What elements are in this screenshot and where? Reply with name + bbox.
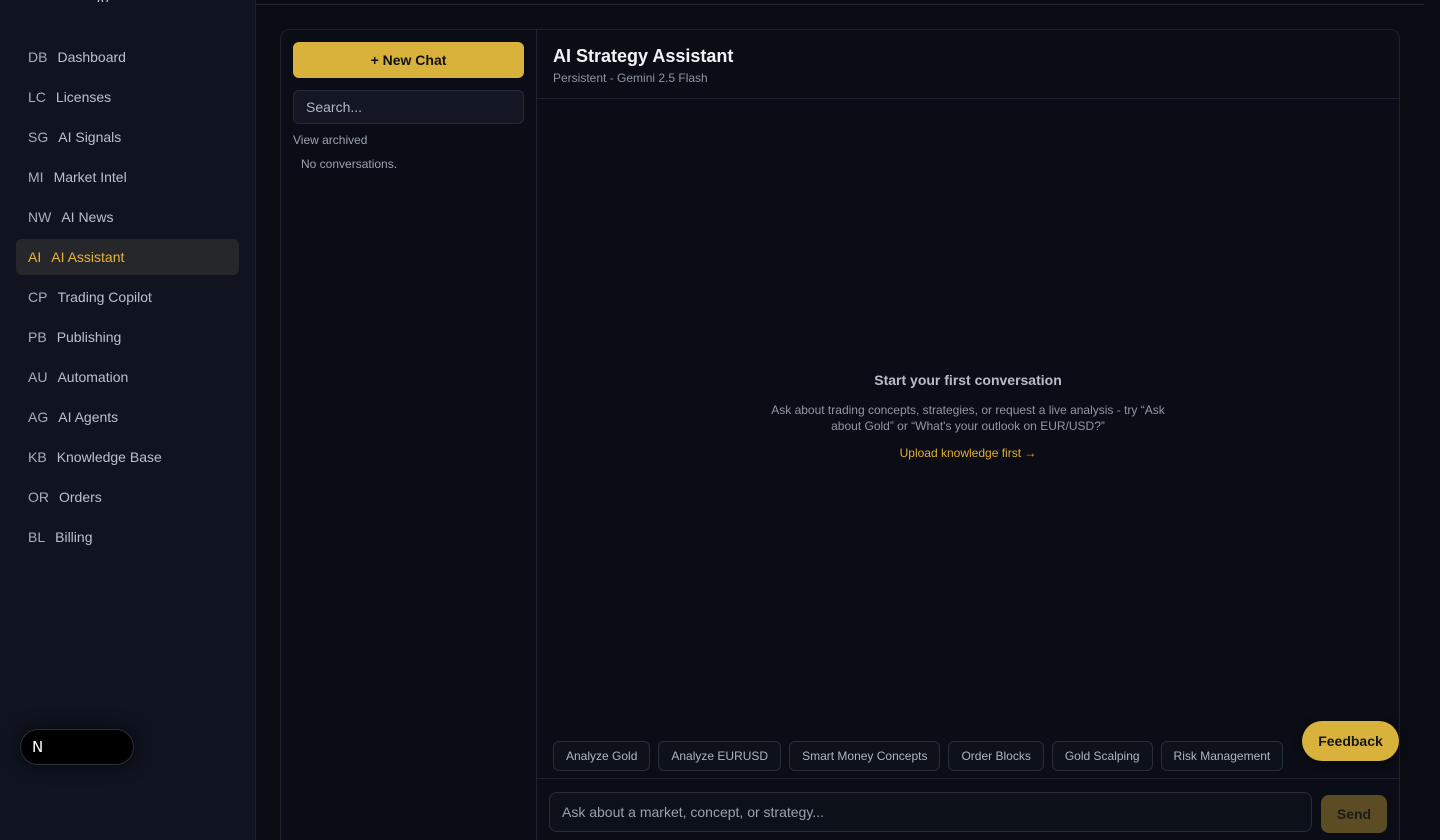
sidebar: ∧∧ DB Dashboard LC Licenses SG AI Signal… <box>0 0 256 840</box>
chip-gold-scalping[interactable]: Gold Scalping <box>1051 741 1153 771</box>
sidebar-nav: DB Dashboard LC Licenses SG AI Signals M… <box>16 39 239 559</box>
sidebar-item-abbr: OR <box>28 489 49 505</box>
composer: Send <box>537 778 1399 840</box>
assistant-panel: + New Chat View archived No conversation… <box>280 29 1400 840</box>
sidebar-item-label: Licenses <box>55 89 112 105</box>
sidebar-item-label: Dashboard <box>57 49 126 65</box>
sidebar-item-abbr: NW <box>28 209 52 225</box>
new-chat-button[interactable]: + New Chat <box>293 42 524 78</box>
sidebar-item-abbr: PB <box>28 329 47 345</box>
empty-state-description: Ask about trading concepts, strategies, … <box>771 403 1165 433</box>
sidebar-item-abbr: BL <box>28 529 46 545</box>
sidebar-item-label: Market Intel <box>53 169 127 185</box>
view-archived-link[interactable]: View archived <box>293 133 367 147</box>
chip-analyze-eurusd[interactable]: Analyze EURUSD <box>658 741 782 771</box>
sidebar-item-abbr: AI <box>28 249 42 265</box>
sidebar-item-orders[interactable]: OR Orders <box>16 479 239 515</box>
chat-area: AI Strategy Assistant Persistent - Gemin… <box>537 30 1399 840</box>
sidebar-item-automation[interactable]: AU Automation <box>16 359 239 395</box>
sidebar-item-label: Orders <box>59 489 102 505</box>
sidebar-item-abbr: SG <box>28 129 49 145</box>
sidebar-item-label: Trading Copilot <box>57 289 152 305</box>
n-logo-icon: N <box>32 738 44 756</box>
suggestion-chips: Analyze Gold Analyze EURUSD Smart Money … <box>553 741 1284 771</box>
chip-order-blocks[interactable]: Order Blocks <box>948 741 1044 771</box>
chip-smart-money-concepts[interactable]: Smart Money Concepts <box>789 741 941 771</box>
chip-analyze-gold[interactable]: Analyze Gold <box>553 741 651 771</box>
sidebar-item-market-intel[interactable]: MI Market Intel <box>16 159 239 195</box>
sidebar-item-ai-agents[interactable]: AG AI Agents <box>16 399 239 435</box>
sidebar-item-label: AI Assistant <box>51 249 125 265</box>
sidebar-item-ai-news[interactable]: NW AI News <box>16 199 239 235</box>
topbar-divider <box>256 4 1424 5</box>
sidebar-item-abbr: KB <box>28 449 47 465</box>
sidebar-item-label: Billing <box>55 529 93 545</box>
sidebar-item-ai-signals[interactable]: SG AI Signals <box>16 119 239 155</box>
sidebar-item-dashboard[interactable]: DB Dashboard <box>16 39 239 75</box>
sidebar-item-billing[interactable]: BL Billing <box>16 519 239 555</box>
sidebar-item-trading-copilot[interactable]: CP Trading Copilot <box>16 279 239 315</box>
feedback-button[interactable]: Feedback <box>1302 721 1399 761</box>
sidebar-item-label: AI News <box>61 209 114 225</box>
no-conversations-text: No conversations. <box>301 157 398 171</box>
upload-knowledge-link[interactable]: Upload knowledge first → <box>900 446 1037 460</box>
logo-icon: ∧∧ <box>96 0 110 2</box>
send-button[interactable]: Send <box>1321 795 1387 833</box>
sidebar-item-publishing[interactable]: PB Publishing <box>16 319 239 355</box>
chat-subtitle: Persistent - Gemini 2.5 Flash <box>553 71 708 85</box>
sidebar-item-abbr: MI <box>28 169 44 185</box>
chip-risk-management[interactable]: Risk Management <box>1160 741 1284 771</box>
sidebar-item-licenses[interactable]: LC Licenses <box>16 79 239 115</box>
sidebar-item-abbr: DB <box>28 49 48 65</box>
sidebar-item-label: Knowledge Base <box>56 449 162 465</box>
chat-header: AI Strategy Assistant Persistent - Gemin… <box>537 30 1399 99</box>
sidebar-item-abbr: AG <box>28 409 49 425</box>
empty-state: Start your first conversation Ask about … <box>537 372 1399 462</box>
sidebar-item-abbr: AU <box>28 369 48 385</box>
sidebar-item-abbr: LC <box>28 89 46 105</box>
sidebar-item-label: Publishing <box>56 329 122 345</box>
sidebar-item-label: AI Agents <box>58 409 119 425</box>
message-input[interactable] <box>549 792 1312 832</box>
sidebar-item-abbr: CP <box>28 289 48 305</box>
conversation-search-input[interactable] <box>293 90 524 124</box>
n-badge-button[interactable]: N <box>20 729 134 765</box>
sidebar-item-label: AI Signals <box>58 129 122 145</box>
chat-title: AI Strategy Assistant <box>553 46 734 66</box>
sidebar-item-label: Automation <box>57 369 129 385</box>
sidebar-item-ai-assistant[interactable]: AI AI Assistant <box>16 239 239 275</box>
sidebar-item-knowledge-base[interactable]: KB Knowledge Base <box>16 439 239 475</box>
empty-state-title: Start your first conversation <box>874 372 1062 388</box>
conversation-list: + New Chat View archived No conversation… <box>281 30 537 840</box>
